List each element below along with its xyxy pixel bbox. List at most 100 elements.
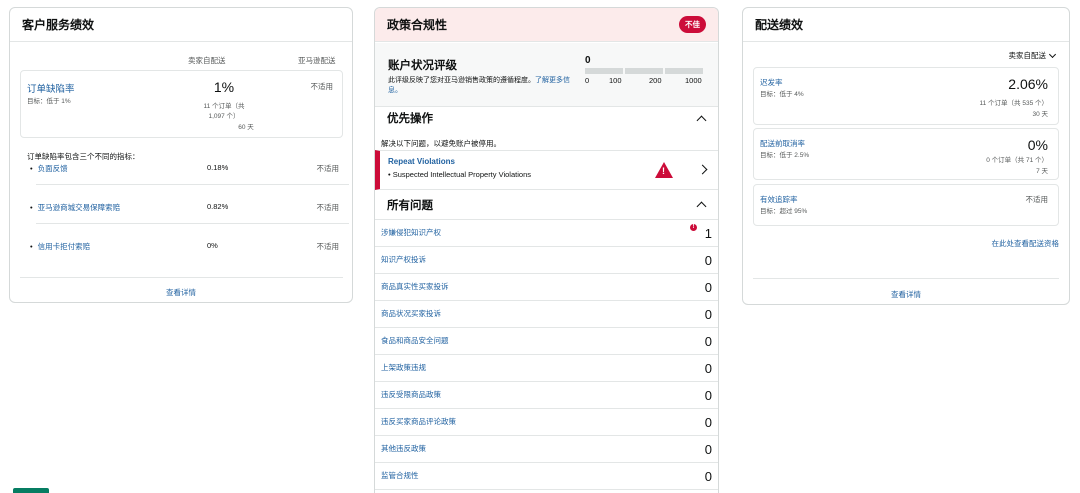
odr-link[interactable]: 订单缺陷率 [27,81,75,95]
ahr-tick: 1000 [685,76,702,85]
chevron-up-icon[interactable] [696,201,707,212]
metric-row-amazon: 不适用 [316,203,340,212]
cancel-rate-value: 0% [1027,137,1048,153]
odr-amazon-value: 不适用 [310,82,334,91]
issue-label[interactable]: 上架政策违规 [381,362,426,373]
customer-service-card: 客户服务绩效 卖家自配送 亚马逊配送 订单缺陷率 目标：低于 1% 1% 11 … [9,7,353,303]
cancel-rate-orders: 0 个订单（共 71 个） [986,157,1048,164]
card-header: 客户服务绩效 [10,8,352,42]
valid-tracking-target: 目标：超过 95% [760,208,808,215]
metric-row-value: 0.82% [207,202,229,211]
issue-row[interactable]: 食品和商品安全问题 0 [375,328,718,355]
col-header-seller: 卖家自配送 [188,56,226,65]
valid-tracking-link[interactable]: 有效追踪率 [760,194,798,205]
ahr-desc-text: 此评级反映了您对亚马逊销售政策的遵循程度。 [388,77,535,84]
issue-row[interactable]: 知识产权投诉 0 [375,247,718,274]
chevron-up-icon[interactable] [696,115,707,125]
cancel-rate-link[interactable]: 配送前取消率 [760,138,805,149]
cancel-rate-target: 目标：低于 2.5% [760,152,810,159]
chevron-down-icon [1048,50,1057,58]
account-health-rating: 账户状况评级 此评级反映了您对亚马逊销售政策的遵循程度。了解更多信息。 0 0 … [375,43,718,107]
late-rate-value: 2.06% [1008,76,1048,92]
issue-row[interactable]: 上架政策违规 0 [375,355,718,382]
ahr-title: 账户状况评级 [388,60,457,72]
dropdown-value: 卖家自配送 [1008,51,1047,60]
metric-row-label[interactable]: 负面反馈 [30,163,68,174]
metric-row-amazon: 不适用 [316,242,340,251]
cancel-rate-box: 配送前取消率 目标：低于 2.5% 0% 0 个订单（共 71 个） 7 天 [753,128,1059,180]
section-title: 优先操作 [387,113,433,125]
odr-sub-orders: 11 个订单（共 [203,103,245,110]
issue-label[interactable]: 监管合规性 [381,470,419,481]
shipping-performance-card: 配送绩效 卖家自配送 迟发率 目标：低于 4% 2.06% 11 个订单（共 5… [742,7,1070,305]
issue-label[interactable]: 违反买家商品评论政策 [381,416,456,427]
policy-compliance-card: 政策合规性 不佳 账户状况评级 此评级反映了您对亚马逊销售政策的遵循程度。了解更… [374,7,719,493]
metric-row-label[interactable]: 亚马逊商城交易保障索赔 [30,202,121,213]
issue-label[interactable]: 违反受限商品政策 [381,389,441,400]
metric-row-value: 0% [207,241,218,250]
ahr-tick: 200 [649,76,662,85]
issue-count: 0 [704,307,712,322]
status-badge: 不佳 [679,16,706,33]
late-rate-orders: 11 个订单（共 535 个） [979,100,1048,107]
late-rate-box: 迟发率 目标：低于 4% 2.06% 11 个订单（共 535 个） 30 天 [753,67,1059,125]
issue-count: 1 [704,226,712,241]
view-details-link[interactable]: 查看详情 [10,287,352,298]
view-details-link[interactable]: 查看详情 [743,289,1069,300]
odr-sub-total: 1,097 个） [208,113,240,120]
violation-title[interactable]: Repeat Violations [388,157,455,166]
late-rate-target: 目标：低于 4% [760,91,804,98]
violation-subtitle: • Suspected Intellectual Property Violat… [388,170,531,179]
ahr-tick: 100 [609,76,622,85]
shipping-eligibility-link[interactable]: 在此处查看配送资格 [992,238,1060,249]
odr-intro: 订单缺陷率包含三个不同的指标： [27,152,140,161]
card-header: 配送绩效 [743,8,1069,42]
issue-count: 0 [704,415,712,430]
ahr-tick: 0 [585,76,590,85]
all-issues-section-header[interactable]: 所有问题 [375,190,718,220]
chevron-right-icon[interactable] [697,164,708,175]
late-rate-link[interactable]: 迟发率 [760,77,783,88]
issue-label[interactable]: 其他违反政策 [381,443,426,454]
fulfillment-dropdown[interactable]: 卖家自配送 [1008,50,1057,61]
issue-row[interactable]: 商品真实性买家投诉 0 [375,274,718,301]
warning-icon [655,162,673,178]
bottom-tab-indicator [13,488,49,493]
issue-row[interactable]: 违反买家商品评论政策 0 [375,409,718,436]
priority-section-header[interactable]: 优先操作 [375,103,718,133]
valid-tracking-box: 有效追踪率 目标：超过 95% 不适用 [753,184,1059,226]
issue-label[interactable]: 涉嫌侵犯知识产权 [381,227,441,238]
issue-label[interactable]: 食品和商品安全问题 [381,335,449,346]
issue-count: 0 [704,361,712,376]
issue-row[interactable]: 违反受限商品政策 0 [375,382,718,409]
violation-item[interactable]: Repeat Violations • Suspected Intellectu… [375,150,718,190]
metric-row-amazon: 不适用 [316,164,340,173]
priority-description: 解决以下问题，以避免账户被停用。 [381,139,501,148]
divider [753,278,1059,279]
alert-icon: ! [690,224,697,231]
late-rate-days: 30 天 [1032,111,1048,118]
metric-row: 信用卡拒付索赔 0% 不适用 [30,241,345,261]
metric-row: 亚马逊商城交易保障索赔 0.82% 不适用 [30,202,345,222]
issue-label[interactable]: 商品真实性买家投诉 [381,281,449,292]
issue-label[interactable]: 知识产权投诉 [381,254,426,265]
issue-row[interactable]: 其他违反政策 0 [375,436,718,463]
issue-count: 0 [704,334,712,349]
card-header: 政策合规性 不佳 [375,8,718,42]
metric-row-label[interactable]: 信用卡拒付索赔 [30,241,91,252]
issue-count: 0 [704,469,712,484]
col-header-amazon: 亚马逊配送 [298,56,336,65]
valid-tracking-value: 不适用 [1025,195,1049,204]
issue-row[interactable]: 商品状况买家投诉 0 [375,301,718,328]
section-title: 所有问题 [387,199,433,212]
ahr-score: 0 [585,55,591,66]
issue-row[interactable]: 涉嫌侵犯知识产权 ! 1 [375,220,718,247]
issue-count: 0 [704,388,712,403]
issue-count: 0 [704,253,712,268]
card-title: 政策合规性 [387,18,448,32]
issue-count: 0 [704,280,712,295]
issue-count: 0 [704,442,712,457]
issue-label[interactable]: 商品状况买家投诉 [381,308,441,319]
odr-target: 目标：低于 1% [27,98,71,105]
issue-row[interactable]: 监管合规性 0 [375,463,718,490]
